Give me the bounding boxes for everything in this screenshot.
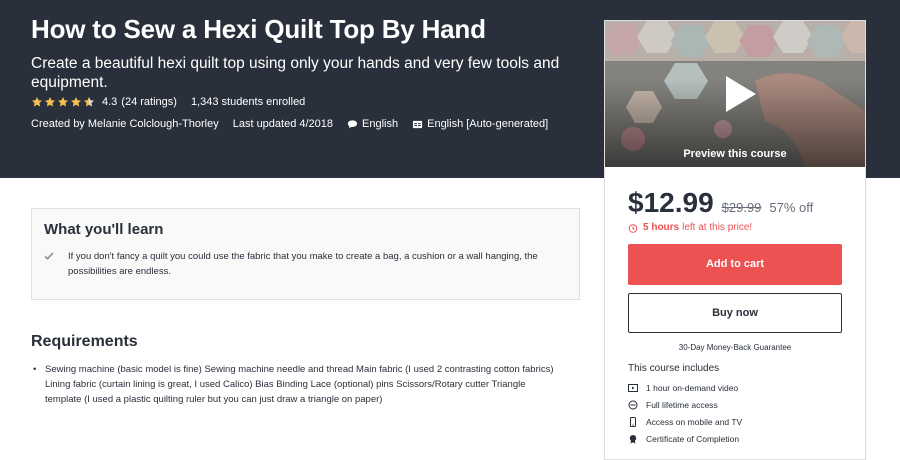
include-item: Certificate of Completion [628, 430, 742, 447]
infinity-icon [628, 400, 638, 409]
star-icon [32, 97, 42, 107]
discount-percent: 57% off [769, 200, 814, 215]
captions-label: English [Auto-generated] [427, 118, 549, 130]
video-icon [628, 383, 638, 392]
rating-row: 4.3 (24 ratings) 1,343 students enrolled [31, 96, 305, 108]
students-enrolled: 1,343 students enrolled [190, 96, 306, 108]
alarm-clock-icon [628, 223, 638, 233]
purchase-sidebar: Preview this course $12.99 $29.99 57% of… [604, 20, 866, 460]
buy-now-button[interactable]: Buy now [628, 293, 842, 333]
includes-list: 1 hour on-demand video Full lifetime acc… [628, 379, 742, 447]
money-back-guarantee: 30-Day Money-Back Guarantee [678, 343, 792, 352]
captions: English [Auto-generated] [412, 118, 548, 130]
course-title: How to Sew a Hexi Quilt Top By Hand [31, 14, 486, 44]
half-star-icon [84, 97, 94, 107]
price-row: $12.99 $29.99 57% off [628, 187, 813, 219]
timer-text: left at this price! [682, 222, 753, 233]
course-meta: Created by Melanie Colclough-Thorley Las… [31, 118, 562, 130]
course-preview-video[interactable]: Preview this course [605, 21, 865, 167]
includes-title: This course includes [628, 363, 720, 374]
include-item: Full lifetime access [628, 396, 742, 413]
ratings-count[interactable]: (24 ratings) [121, 96, 177, 108]
include-item: Access on mobile and TV [628, 413, 742, 430]
last-updated: Last updated 4/2018 [232, 118, 334, 130]
checkmark-icon [44, 252, 54, 260]
current-price: $12.99 [628, 187, 714, 218]
price-timer: 5 hours left at this price! [628, 222, 752, 233]
closed-caption-icon [413, 120, 423, 128]
course-subtitle: Create a beautiful hexi quilt top using … [31, 55, 560, 91]
requirements-list: • Sewing machine (basic model is fine) S… [31, 362, 561, 407]
requirement-item: • Sewing machine (basic model is fine) S… [31, 362, 561, 407]
mobile-icon [630, 416, 636, 427]
star-icon [58, 97, 68, 107]
rating-score: 4.3 [102, 96, 118, 108]
certificate-icon [629, 434, 637, 443]
language-label: English [362, 118, 399, 130]
requirement-text: Sewing machine (basic model is fine) Sew… [45, 364, 554, 405]
bullet-icon: • [33, 364, 37, 375]
timer-hours: 5 hours [643, 222, 680, 233]
what-youll-learn-box: What you'll learn If you don't fancy a q… [31, 208, 580, 300]
play-icon[interactable] [717, 73, 759, 115]
add-to-cart-button[interactable]: Add to cart [628, 244, 842, 285]
learn-title: What you'll learn [44, 221, 164, 238]
star-icon [45, 97, 55, 107]
speech-bubble-icon [347, 119, 358, 129]
learn-item: If you don't fancy a quilt you could use… [44, 249, 564, 279]
instructor-credit[interactable]: Created by Melanie Colclough-Thorley [31, 118, 219, 130]
include-label: Certificate of Completion [646, 433, 740, 444]
include-label: Access on mobile and TV [646, 416, 743, 427]
preview-label[interactable]: Preview this course [605, 148, 865, 160]
original-price: $29.99 [721, 200, 762, 215]
include-label: 1 hour on-demand video [646, 382, 739, 393]
requirements-title: Requirements [31, 333, 138, 350]
star-rating[interactable] [31, 96, 96, 108]
star-icon [71, 97, 81, 107]
include-label: Full lifetime access [646, 399, 718, 410]
language: English [347, 118, 398, 130]
learn-item-text: If you don't fancy a quilt you could use… [68, 251, 538, 277]
include-item: 1 hour on-demand video [628, 379, 742, 396]
